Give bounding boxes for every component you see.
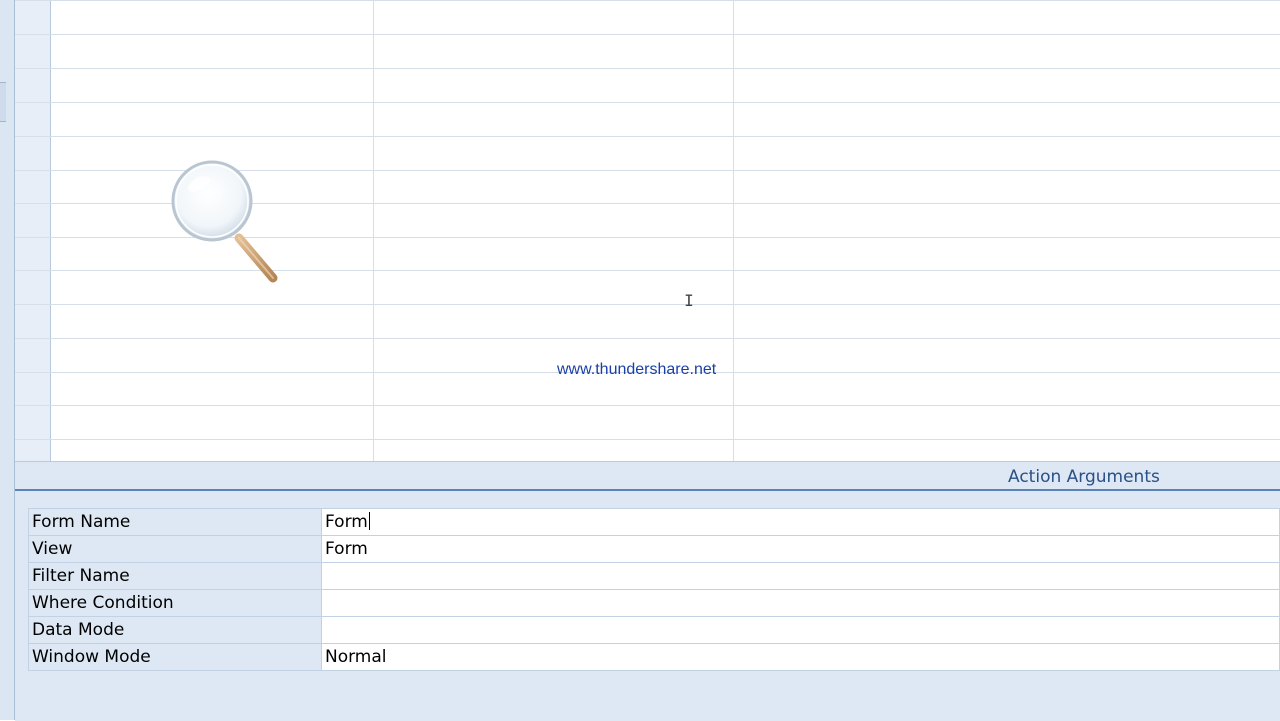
action-arguments-pane: Action Arguments Form Name Form View For…: [15, 461, 1280, 721]
row-selector-column[interactable]: [15, 0, 51, 461]
magnifier-icon: [171, 160, 278, 283]
grid-row-line: [15, 304, 1280, 305]
argument-row-where-condition: Where Condition: [28, 589, 1280, 617]
grid-row-line: [15, 136, 1280, 137]
grid-row-line: [15, 68, 1280, 69]
grid-column-line: [373, 0, 374, 461]
splitter-notch[interactable]: [0, 82, 6, 122]
data-mode-field[interactable]: [321, 616, 1280, 644]
argument-label: Data Mode: [28, 616, 322, 644]
argument-row-form-name: Form Name Form: [28, 508, 1280, 536]
argument-label: View: [28, 535, 322, 563]
grid-row-line: [15, 338, 1280, 339]
macro-design-grid[interactable]: I www.thundershare.net: [15, 0, 1280, 461]
window-left-edge: [0, 0, 15, 720]
grid-row-line: [15, 0, 1280, 1]
action-arguments-header: Action Arguments: [15, 462, 1280, 491]
view-field[interactable]: Form: [321, 535, 1280, 563]
grid-row-line: [15, 34, 1280, 35]
form-name-field[interactable]: Form: [321, 508, 1280, 536]
argument-row-filter-name: Filter Name: [28, 562, 1280, 590]
argument-row-data-mode: Data Mode: [28, 616, 1280, 644]
watermark-text: www.thundershare.net: [557, 361, 717, 378]
window-mode-field[interactable]: Normal: [321, 643, 1280, 671]
grid-row-line: [15, 439, 1280, 440]
filter-name-field[interactable]: [321, 562, 1280, 590]
argument-row-window-mode: Window Mode Normal: [28, 643, 1280, 671]
grid-column-line: [733, 0, 734, 461]
grid-row-line: [15, 405, 1280, 406]
argument-label: Window Mode: [28, 643, 322, 671]
argument-label: Filter Name: [28, 562, 322, 590]
text-caret: [368, 512, 370, 530]
argument-value: Form: [325, 512, 368, 532]
action-arguments-title: Action Arguments: [1008, 467, 1160, 487]
text-cursor-icon: I: [684, 291, 694, 310]
grid-row-line: [15, 102, 1280, 103]
argument-label: Form Name: [28, 508, 322, 536]
argument-label: Where Condition: [28, 589, 322, 617]
where-condition-field[interactable]: [321, 589, 1280, 617]
action-arguments-table: Form Name Form View Form Filter Name Whe…: [28, 508, 1280, 671]
argument-row-view: View Form: [28, 535, 1280, 563]
